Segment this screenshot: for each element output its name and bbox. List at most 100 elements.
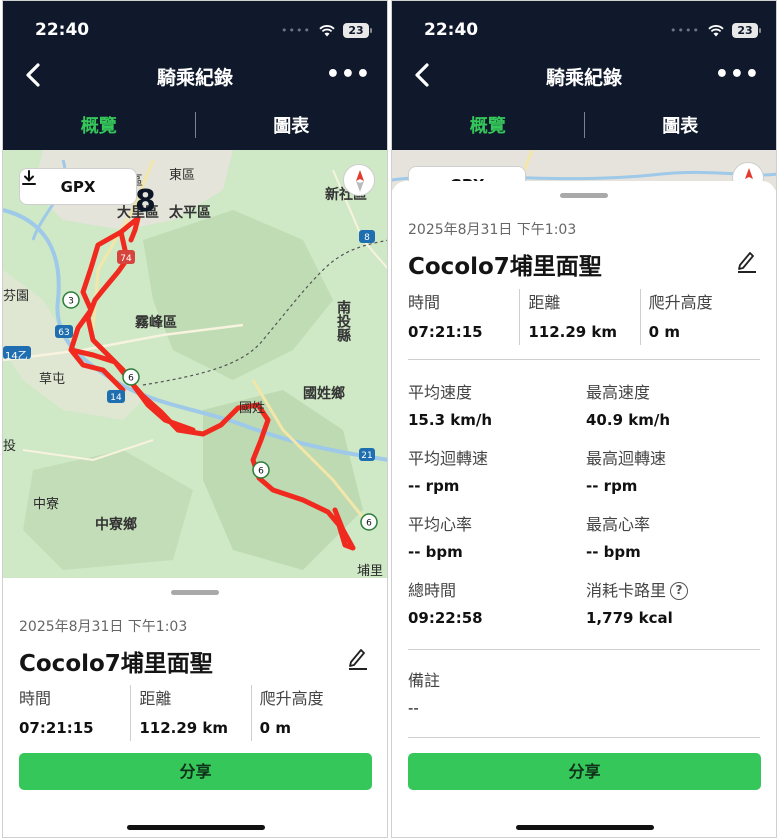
svg-text:8: 8: [364, 233, 370, 243]
metric-value: 1,779 kcal: [586, 609, 673, 627]
svg-text:6: 6: [366, 519, 372, 529]
wifi-icon: [319, 24, 335, 36]
ride-date: 2025年8月31日 下午1:03: [19, 619, 188, 635]
route-map[interactable]: 74 3 63 6 14 6 6 8 21 東區 南區 大里區 太平區 新社區 …: [3, 150, 387, 578]
svg-text:21: 21: [361, 451, 372, 461]
map-label-zhongliao: 中寮鄉: [95, 517, 137, 533]
map-label-route-14b: 14乙: [5, 351, 28, 362]
map-label-puli: 埔里: [357, 564, 384, 578]
tab-overview[interactable]: 概覽: [3, 112, 195, 138]
metric-max-heart-rate: 最高心率 -- bpm: [586, 511, 756, 561]
metric-avg-cadence: 平均迴轉速 -- rpm: [408, 445, 578, 495]
map-label-fenyuan: 芬園: [3, 289, 30, 304]
ride-title: Cocolo7埔里面聖: [19, 651, 213, 677]
sheet-grabber[interactable]: [560, 193, 608, 198]
share-button[interactable]: 分享: [408, 753, 761, 790]
stat-climb-value: 0 m: [259, 719, 291, 737]
section-divider: [408, 359, 760, 360]
battery-icon: 23: [732, 23, 761, 38]
metric-label: 平均速度: [408, 383, 473, 402]
stat-climb: 爬升高度 0 m: [639, 289, 760, 345]
stat-climb-label: 爬升高度: [259, 689, 324, 708]
share-button[interactable]: 分享: [19, 753, 372, 790]
sheet-grabber[interactable]: [171, 590, 219, 595]
metric-value: 15.3 km/h: [408, 411, 492, 429]
wifi-icon: [708, 24, 724, 36]
metric-value: 09:22:58: [408, 609, 483, 627]
stat-distance: 距離 112.29 km: [519, 289, 639, 345]
map-label-tou: 投: [3, 439, 17, 454]
metric-label: 最高迴轉速: [586, 449, 667, 468]
edit-pencil-icon[interactable]: [347, 646, 369, 670]
app-header: 22:40 •••• 23 騎乘紀錄 ••• 概覽 圖表: [392, 1, 776, 150]
notes-section[interactable]: 備註 --: [408, 667, 708, 717]
map-label-east: 東區: [169, 168, 196, 183]
stat-distance-value: 112.29 km: [528, 323, 618, 341]
phone-screen-overview: 22:40 •••• 23 騎乘紀錄 ••• 概覽 圖表 74 3 63 6 1…: [2, 0, 388, 838]
compass-icon: [356, 170, 364, 192]
ride-summary-sheet: 2025年8月31日 下午1:03 Cocolo7埔里面聖 時間 07:21:1…: [3, 578, 387, 837]
ride-title: Cocolo7埔里面聖: [408, 254, 602, 280]
more-options-icon[interactable]: •••: [715, 64, 760, 86]
metric-max-cadence: 最高迴轉速 -- rpm: [586, 445, 756, 495]
phone-screen-details: 22:40 •••• 23 騎乘紀錄 ••• 概覽 圖表 GPX: [391, 0, 777, 838]
stat-distance: 距離 112.29 km: [130, 685, 250, 741]
stat-distance-label: 距離: [139, 689, 172, 708]
metric-label: 平均迴轉速: [408, 449, 489, 468]
svg-text:6: 6: [258, 467, 264, 477]
cellular-signal-icon: ••••: [670, 24, 700, 37]
stat-time-label: 時間: [408, 293, 441, 312]
compass-button[interactable]: [343, 164, 375, 196]
status-icons: •••• 23: [670, 23, 761, 38]
stat-time-label: 時間: [19, 689, 52, 708]
info-icon[interactable]: ?: [670, 582, 689, 600]
home-indicator: [127, 825, 265, 830]
metric-avg-speed: 平均速度 15.3 km/h: [408, 379, 578, 429]
status-time: 22:40: [424, 20, 479, 40]
svg-text:14: 14: [110, 393, 122, 403]
battery-icon: 23: [343, 23, 372, 38]
metric-value: -- bpm: [408, 543, 463, 561]
stat-climb-label: 爬升高度: [648, 293, 713, 312]
svg-text:3: 3: [68, 297, 74, 307]
metric-label: 消耗卡路里?: [586, 577, 756, 601]
metric-label: 最高心率: [586, 515, 651, 534]
tab-overview[interactable]: 概覽: [392, 112, 584, 138]
map-label-caotun: 草屯: [39, 372, 66, 387]
stat-time: 時間 07:21:15: [408, 289, 519, 345]
stat-distance-value: 112.29 km: [139, 719, 229, 737]
tab-charts[interactable]: 圖表: [196, 112, 388, 138]
map-label-zhongliao-small: 中寮: [33, 497, 60, 512]
map-label-wufeng: 霧峰區: [135, 315, 177, 331]
tab-bar: 概覽 圖表: [3, 106, 387, 144]
metric-value: 40.9 km/h: [586, 411, 670, 429]
svg-text:6: 6: [128, 374, 134, 384]
stat-distance-label: 距離: [528, 293, 561, 312]
ride-detail-sheet: 2025年8月31日 下午1:03 Cocolo7埔里面聖 時間 07:21:1…: [392, 181, 776, 837]
summary-stats: 時間 07:21:15 距離 112.29 km 爬升高度 0 m: [408, 289, 760, 345]
tab-bar: 概覽 圖表: [392, 106, 776, 144]
gpx-download-button[interactable]: GPX: [19, 168, 137, 205]
metric-max-speed: 最高速度 40.9 km/h: [586, 379, 756, 429]
stat-climb-value: 0 m: [648, 323, 680, 341]
stat-time-value: 07:21:15: [408, 323, 483, 341]
map-label-taiping: 太平區: [169, 205, 211, 221]
metric-label: 平均心率: [408, 515, 473, 534]
ride-date: 2025年8月31日 下午1:03: [408, 222, 577, 238]
route-marker-number: 8: [135, 184, 156, 219]
notes-label: 備註: [408, 671, 441, 690]
tab-charts[interactable]: 圖表: [585, 112, 777, 138]
section-divider: [408, 737, 760, 738]
map-label-nantou: 南投縣: [335, 300, 351, 342]
status-time: 22:40: [35, 20, 90, 40]
edit-pencil-icon[interactable]: [736, 249, 758, 273]
metric-value: -- rpm: [408, 477, 460, 495]
more-options-icon[interactable]: •••: [326, 64, 371, 86]
calories-label: 消耗卡路里: [586, 581, 667, 600]
summary-stats: 時間 07:21:15 距離 112.29 km 爬升高度 0 m: [19, 685, 371, 741]
notes-value: --: [408, 699, 419, 717]
metric-label: 最高速度: [586, 383, 651, 402]
metric-value: -- bpm: [586, 543, 641, 561]
stat-time: 時間 07:21:15: [19, 685, 130, 741]
download-icon: [22, 170, 36, 185]
